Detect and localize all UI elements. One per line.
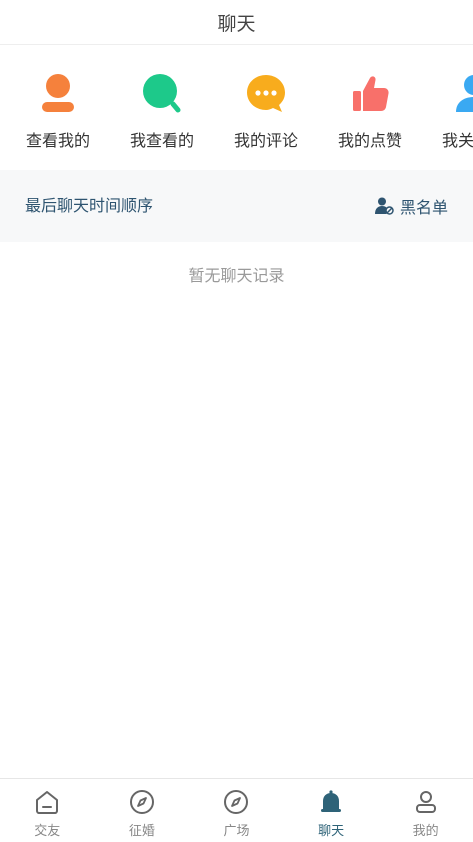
sort-order-toggle[interactable]: 最后聊天时间顺序: [25, 170, 153, 242]
tab-friends[interactable]: 交友: [0, 779, 95, 842]
shortcut-my-likes[interactable]: 我的点赞: [318, 72, 422, 151]
blacklist-button[interactable]: 黑名单: [374, 170, 448, 242]
tab-label: 征婚: [128, 824, 155, 839]
compass-icon: [224, 790, 249, 814]
shortcut-my-comments[interactable]: 我的评论: [214, 72, 318, 151]
bell-icon: [321, 790, 342, 812]
person-icon: [42, 74, 74, 112]
empty-state-text: 暂无聊天记录: [188, 266, 285, 285]
home-icon: [36, 791, 59, 814]
shortcut-label: 查看我的: [25, 131, 90, 150]
tab-label: 我的: [412, 824, 439, 839]
shortcut-label: 我的评论: [233, 131, 298, 150]
shortcut-viewed-me[interactable]: 查看我的: [6, 72, 110, 151]
chat-page: 聊天 查看我的 我查看的 我的评论 我的点赞 我关 最后聊天时间顺序 黑名单 暂…: [0, 0, 473, 842]
tab-label: 聊天: [318, 824, 345, 839]
shortcut-label: 我的点赞: [337, 131, 402, 150]
shortcut-following[interactable]: 我关注的: [422, 72, 473, 151]
tab-chat[interactable]: 聊天: [284, 779, 379, 842]
thumbs-up-icon: [353, 76, 389, 111]
blacklist-label: 黑名单: [399, 198, 448, 217]
user-icon: [415, 791, 436, 813]
tab-label: 广场: [223, 824, 250, 839]
user-block-icon: [374, 197, 394, 215]
page-title: 聊天: [0, 0, 473, 45]
bottom-tab-bar: 交友 征婚 广场 聊天 我的: [0, 778, 473, 842]
sort-bar: 最后聊天时间顺序 黑名单: [0, 170, 473, 242]
tab-me[interactable]: 我的: [378, 779, 473, 842]
shortcut-label: 我关注的: [441, 131, 473, 150]
shortcut-label: 我查看的: [129, 131, 194, 150]
comment-bubble-icon: [247, 75, 285, 112]
magnifier-icon: [143, 74, 181, 113]
shortcut-i-viewed[interactable]: 我查看的: [110, 72, 214, 151]
page-title-text: 聊天: [217, 12, 256, 35]
tab-marriage[interactable]: 征婚: [95, 779, 190, 842]
compass-icon: [129, 790, 154, 814]
tab-plaza[interactable]: 广场: [189, 779, 284, 842]
tab-label: 交友: [34, 824, 61, 839]
person-follow-icon: [456, 75, 473, 112]
shortcut-row: 查看我的 我查看的 我的评论 我的点赞 我关: [0, 45, 473, 170]
